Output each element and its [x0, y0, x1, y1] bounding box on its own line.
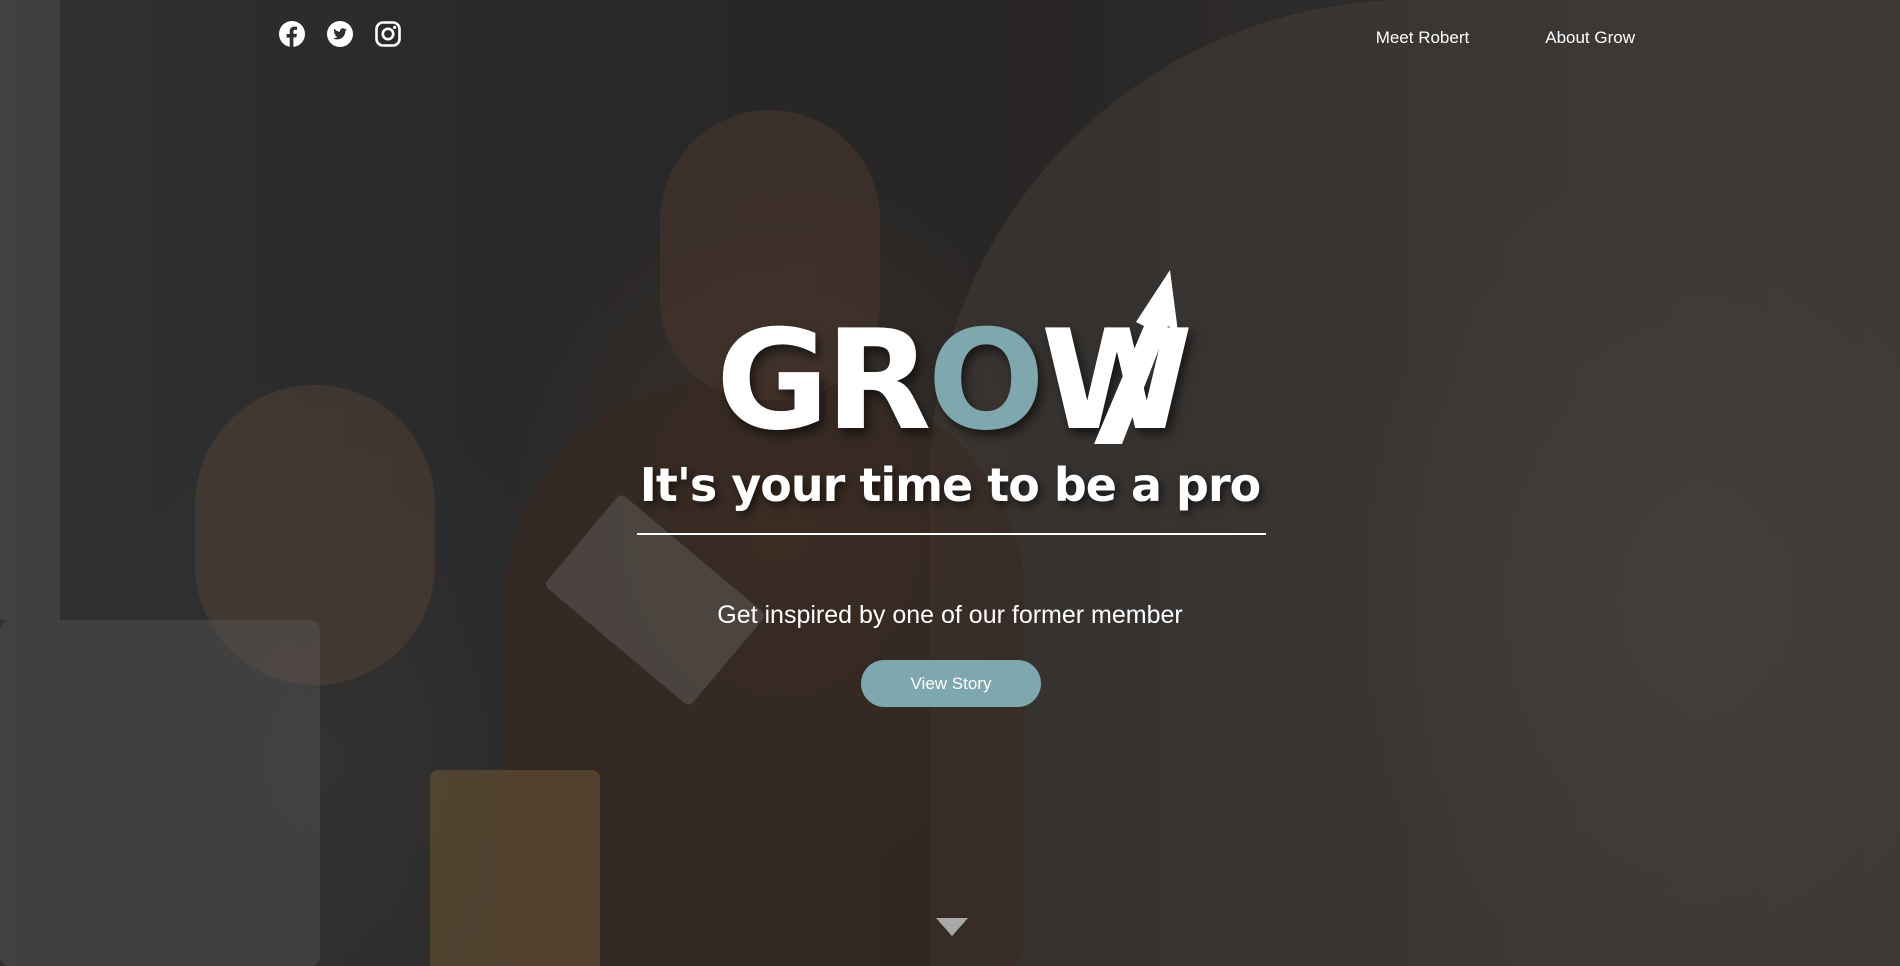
view-story-button[interactable]: View Story [861, 660, 1041, 707]
twitter-icon [327, 21, 353, 47]
hero-tagline: It's your time to be a pro [639, 458, 1262, 512]
twitter-link[interactable] [326, 20, 354, 48]
nav-link-meet-robert[interactable]: Meet Robert [1376, 28, 1470, 48]
instagram-icon [375, 21, 401, 47]
logo-text-accent: O [927, 300, 1045, 461]
triangle-down-icon[interactable] [936, 918, 968, 936]
instagram-link[interactable] [374, 20, 402, 48]
nav-link-about-grow[interactable]: About Grow [1545, 28, 1635, 48]
tagline-divider [637, 533, 1266, 535]
top-nav: Meet Robert About Grow [1376, 28, 1635, 48]
social-links [278, 20, 402, 48]
facebook-icon [279, 21, 305, 47]
hero-subtitle: Get inspired by one of our former member [717, 601, 1183, 629]
logo-text-main: GR [716, 300, 932, 461]
facebook-link[interactable] [278, 20, 306, 48]
arrow-up-icon [1094, 270, 1178, 444]
hero-section: Meet Robert About Grow GROW It's your ti… [0, 0, 1900, 966]
